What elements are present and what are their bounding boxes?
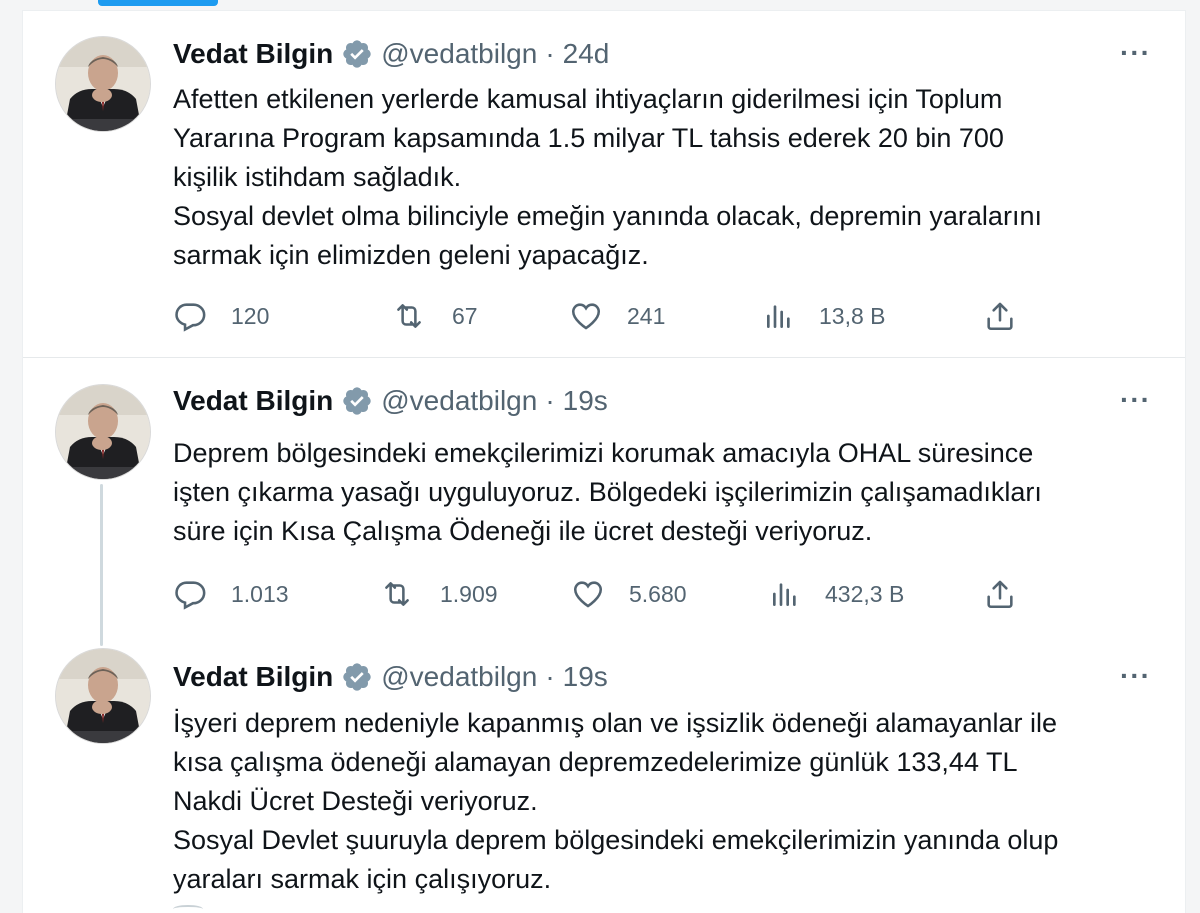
tweet-text-line: süre için Kısa Çalışma Ödeneği ile ücret… — [173, 516, 873, 546]
avatar[interactable] — [55, 648, 151, 744]
verified-badge-icon — [341, 385, 373, 417]
tweet-text-line: Sosyal devlet olma bilinciyle emeğin yan… — [173, 201, 1042, 231]
view-count: 432,3 B — [825, 580, 905, 607]
tweet-header: Vedat Bilgin @vedatbilgn · 24d — [173, 37, 609, 71]
more-icon[interactable]: ··· — [1120, 660, 1151, 692]
tweet-text-line: Afetten etkilenen yerlerde kamusal ihtiy… — [173, 84, 1003, 114]
views-icon — [767, 305, 790, 328]
share-button[interactable] — [983, 576, 1041, 612]
tweet-text-line: Nakdi Ücret Desteği veriyoruz. — [173, 786, 538, 816]
author-name[interactable]: Vedat Bilgin — [173, 385, 333, 417]
tweet-header: Vedat Bilgin @vedatbilgn · 19s — [173, 384, 608, 418]
tweet-actions: 120 67 241 13,8 B — [173, 298, 1013, 334]
share-button[interactable] — [983, 298, 1041, 334]
retweet-count: 67 — [452, 302, 478, 329]
tweet-timestamp[interactable]: 19s — [563, 385, 608, 417]
reply-button[interactable]: 120 — [173, 298, 269, 334]
author-handle[interactable]: @vedatbilgn — [381, 385, 537, 417]
tweet-text-line: İşyeri deprem nedeniyle kapanmış olan ve… — [173, 708, 1057, 738]
like-icon — [571, 303, 601, 330]
retweet-count: 1.909 — [440, 580, 498, 607]
views-button[interactable]: 432,3 B — [769, 576, 904, 612]
separator-dot: · — [545, 385, 555, 416]
verified-badge-icon — [341, 661, 373, 693]
retweet-icon — [397, 304, 421, 328]
views-button[interactable]: 13,8 B — [763, 298, 886, 334]
reply-button[interactable]: 1.013 — [173, 576, 289, 612]
tweet-text-line: işten çıkarma yasağı uyguluyoruz. Bölged… — [173, 477, 1042, 507]
tweet-text: İşyeri deprem nedeniyle kapanmış olan ve… — [173, 704, 1163, 899]
share-icon — [987, 302, 1013, 331]
tweet-text-line: Yararına Program kapsamında 1.5 milyar T… — [173, 123, 1004, 153]
separator-dot: · — [545, 38, 555, 69]
verified-badge-icon — [341, 38, 373, 70]
like-icon — [573, 581, 603, 608]
tweet-text-line: kısa çalışma ödeneği alamayan depremzede… — [173, 747, 1018, 777]
like-count: 241 — [627, 302, 666, 329]
tweet-text-line: Deprem bölgesindeki emekçilerimizi korum… — [173, 438, 1034, 468]
tweet-text-line: sarmak için elimizden geleni yapacağız. — [173, 240, 649, 270]
avatar[interactable] — [55, 36, 151, 132]
more-icon[interactable]: ··· — [1120, 384, 1151, 416]
tweet-header: Vedat Bilgin @vedatbilgn · 19s — [173, 660, 608, 694]
tweet-timestamp[interactable]: 19s — [563, 661, 608, 693]
reply-icon — [175, 303, 206, 332]
author-handle[interactable]: @vedatbilgn — [381, 38, 537, 70]
retweet-button[interactable]: 1.909 — [378, 576, 498, 612]
tweet-2[interactable]: Vedat Bilgin @vedatbilgn · 19s ··· Depre… — [23, 358, 1185, 646]
author-name[interactable]: Vedat Bilgin — [173, 38, 333, 70]
reply-icon — [175, 581, 206, 610]
view-count: 13,8 B — [819, 302, 886, 329]
tweet-3[interactable]: Vedat Bilgin @vedatbilgn · 19s ··· İşyer… — [23, 638, 1185, 913]
tweet-actions: 1.013 1.909 5.680 432,3 B — [173, 576, 1013, 612]
share-icon — [987, 580, 1013, 609]
views-icon — [773, 583, 796, 606]
more-icon[interactable]: ··· — [1120, 37, 1151, 69]
reply-count: 120 — [231, 302, 270, 329]
retweet-button[interactable]: 67 — [390, 298, 478, 334]
thread-connector-line — [100, 484, 103, 646]
tweet-text-line: yaraları sarmak için çalışıyoruz. — [173, 864, 552, 894]
separator-dot: · — [545, 661, 555, 692]
like-count: 5.680 — [629, 580, 687, 607]
author-handle[interactable]: @vedatbilgn — [381, 661, 537, 693]
avatar[interactable] — [55, 384, 151, 480]
tweet-timestamp[interactable]: 24d — [563, 38, 610, 70]
tweet-text: Deprem bölgesindeki emekçilerimizi korum… — [173, 434, 1163, 551]
tweet-1[interactable]: Vedat Bilgin @vedatbilgn · 24d ··· Afett… — [23, 11, 1185, 358]
like-button[interactable]: 241 — [569, 298, 665, 334]
like-button[interactable]: 5.680 — [571, 576, 687, 612]
reply-count: 1.013 — [231, 580, 289, 607]
active-tab-indicator — [98, 0, 218, 6]
tweet-text: Afetten etkilenen yerlerde kamusal ihtiy… — [173, 80, 1163, 275]
author-name[interactable]: Vedat Bilgin — [173, 661, 333, 693]
tweet-text-line: Sosyal Devlet şuuruyla deprem bölgesinde… — [173, 825, 1059, 855]
retweet-icon — [385, 582, 409, 606]
tweet-text-line: kişilik istihdam sağladık. — [173, 162, 462, 192]
tweet-thread: Vedat Bilgin @vedatbilgn · 24d ··· Afett… — [22, 10, 1186, 913]
